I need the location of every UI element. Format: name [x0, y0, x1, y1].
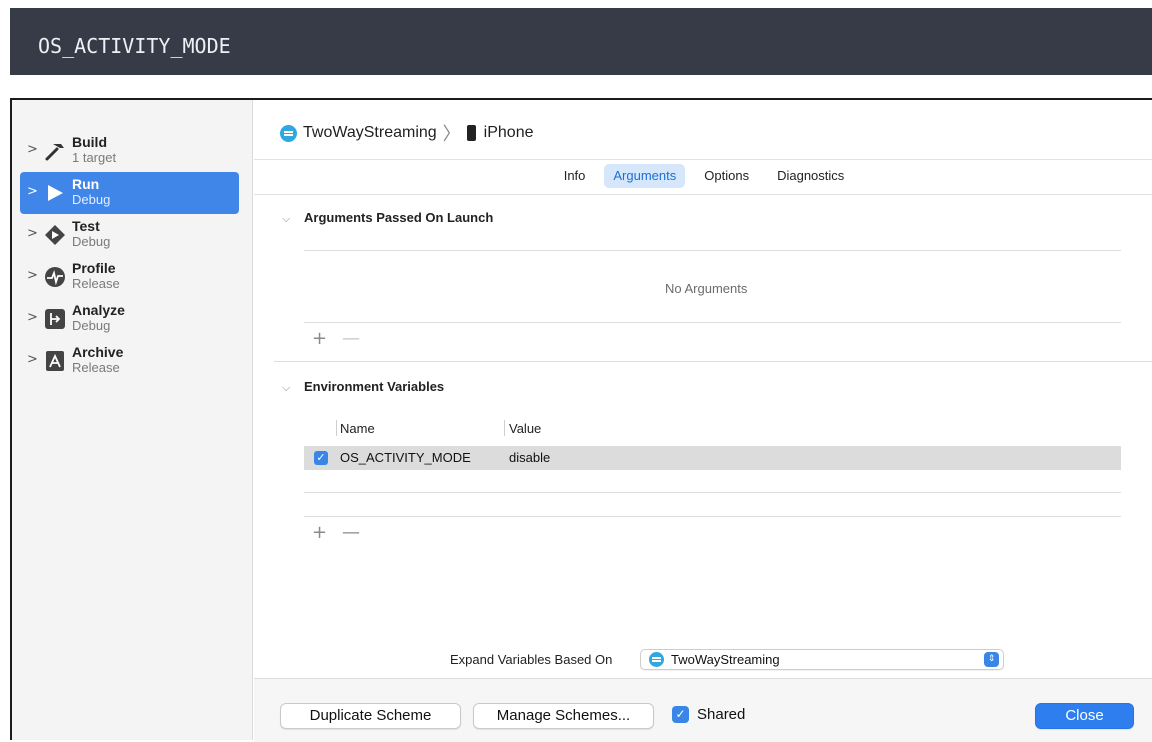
sidebar-item-label: Build — [72, 134, 107, 150]
sidebar-item-label: Test — [72, 218, 100, 234]
sidebar-item-run[interactable]: > Run Debug — [20, 172, 239, 214]
sidebar-item-sublabel: Debug — [72, 318, 111, 333]
pulse-icon — [45, 267, 65, 287]
chevron-right-icon[interactable]: > — [27, 268, 38, 283]
play-icon — [48, 185, 63, 201]
chevron-down-icon[interactable]: ⌵ — [282, 381, 290, 395]
hammer-icon — [45, 144, 64, 161]
env-section-title: Environment Variables — [304, 379, 445, 394]
chevron-right-icon[interactable]: > — [27, 226, 38, 241]
sidebar-item-sublabel: Release — [72, 276, 120, 291]
divider — [304, 492, 1121, 493]
no-arguments-label: No Arguments — [665, 281, 748, 296]
project-icon — [280, 124, 297, 142]
sidebar-item-test[interactable]: > Test Debug — [20, 214, 239, 256]
divider — [304, 250, 1121, 251]
sidebar-item-sublabel: Debug — [72, 234, 111, 249]
breadcrumb-project[interactable]: TwoWayStreaming — [303, 124, 437, 142]
divider — [304, 322, 1121, 323]
sidebar-item-build[interactable]: > Build 1 target — [20, 130, 239, 172]
add-variable-button[interactable]: + — [312, 522, 327, 543]
chevron-right-icon[interactable]: > — [27, 184, 38, 199]
tab-bar: Info Arguments Options Diagnostics — [254, 164, 1152, 194]
iphone-icon — [466, 125, 476, 141]
duplicate-scheme-button[interactable]: Duplicate Scheme — [280, 703, 461, 729]
analyze-icon — [45, 309, 65, 329]
project-icon — [649, 652, 664, 667]
scheme-sidebar: > Build 1 target > Run Debug > Test Debu… — [12, 100, 253, 740]
sidebar-item-sublabel: 1 target — [72, 150, 117, 165]
sidebar-item-sublabel: Debug — [72, 192, 111, 207]
sidebar-item-label: Archive — [72, 344, 124, 360]
shared-label[interactable]: Shared — [697, 706, 745, 723]
breadcrumb-separator: 〉 — [442, 124, 461, 144]
env-column-name[interactable]: Name — [340, 421, 375, 436]
remove-argument-button[interactable]: — — [342, 328, 360, 349]
chevron-right-icon[interactable]: > — [27, 310, 38, 325]
scheme-header: TwoWayStreaming 〉 iPhone — [254, 100, 1152, 160]
sidebar-item-label: Analyze — [72, 302, 125, 318]
sidebar-item-profile[interactable]: > Profile Release — [20, 256, 239, 298]
manage-schemes-button[interactable]: Manage Schemes... — [473, 703, 654, 729]
sidebar-item-label: Run — [72, 176, 100, 192]
env-column-value[interactable]: Value — [509, 421, 541, 436]
sidebar-item-archive[interactable]: > Archive Release — [20, 340, 239, 382]
archive-icon — [46, 351, 64, 371]
env-enabled-checkbox[interactable]: ✓ — [314, 451, 328, 465]
shared-checkbox[interactable]: ✓ — [672, 706, 689, 723]
column-separator — [504, 420, 505, 436]
close-button[interactable]: Close — [1035, 703, 1134, 729]
chevron-right-icon[interactable]: > — [27, 142, 38, 157]
sidebar-item-sublabel: Release — [72, 360, 120, 375]
code-banner: OS_ACTIVITY_MODE — [10, 8, 1152, 75]
tab-arguments[interactable]: Arguments — [604, 164, 686, 188]
divider — [274, 361, 1152, 362]
remove-variable-button[interactable]: — — [342, 522, 360, 543]
tab-diagnostics[interactable]: Diagnostics — [768, 164, 853, 188]
chevron-down-icon[interactable]: ⌵ — [282, 212, 290, 226]
dialog-footer: Duplicate Scheme Manage Schemes... ✓ Sha… — [254, 678, 1152, 742]
tab-options[interactable]: Options — [695, 164, 758, 188]
arguments-section-title: Arguments Passed On Launch — [304, 210, 494, 225]
sidebar-item-analyze[interactable]: > Analyze Debug — [20, 298, 239, 340]
column-separator — [336, 420, 337, 436]
scheme-editor-window: > Build 1 target > Run Debug > Test Debu… — [10, 98, 1152, 742]
expand-variables-popup[interactable]: TwoWayStreaming ⇕ — [640, 649, 1004, 670]
expand-variables-label: Expand Variables Based On — [450, 652, 613, 667]
divider — [304, 516, 1121, 517]
popup-stepper-icon[interactable]: ⇕ — [984, 652, 999, 667]
env-value-cell[interactable]: disable — [509, 450, 550, 465]
chevron-right-icon[interactable]: > — [27, 352, 38, 367]
code-text: OS_ACTIVITY_MODE — [38, 34, 231, 58]
tab-info[interactable]: Info — [555, 164, 595, 188]
breadcrumb[interactable]: TwoWayStreaming 〉 iPhone — [280, 120, 534, 146]
scheme-detail-panel: TwoWayStreaming 〉 iPhone Info Arguments … — [254, 100, 1152, 740]
expand-variables-value: TwoWayStreaming — [671, 652, 780, 667]
breadcrumb-device[interactable]: iPhone — [484, 124, 534, 142]
add-argument-button[interactable]: + — [312, 328, 327, 349]
test-diamond-icon — [45, 225, 65, 245]
divider — [254, 194, 1152, 195]
table-row[interactable]: ✓ OS_ACTIVITY_MODE disable — [304, 446, 1121, 470]
env-name-cell[interactable]: OS_ACTIVITY_MODE — [340, 450, 471, 465]
sidebar-item-label: Profile — [72, 260, 116, 276]
